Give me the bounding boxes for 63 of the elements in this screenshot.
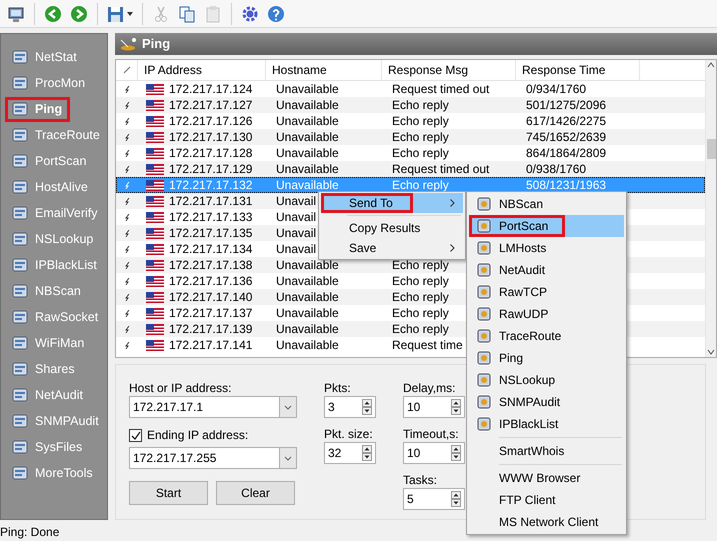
- table-cell-text: 172.217.17.140: [169, 289, 252, 306]
- table-cell-text: 172.217.17.134: [169, 241, 252, 258]
- table-cell-text: 172.217.17.138: [169, 257, 252, 274]
- table-cell-text: Unavailable: [276, 81, 339, 98]
- table-cell-text: Unavailable: [276, 273, 339, 290]
- table-cell-text: Unavail: [276, 241, 316, 258]
- table-cell-text: 172.217.17.135: [169, 225, 252, 242]
- table-cell-text: 172.217.17.132: [169, 177, 252, 194]
- table-cell-text: Echo reply: [392, 129, 449, 146]
- table-cell-text: Echo reply: [392, 177, 449, 194]
- table-cell-text: Unavailable: [276, 321, 339, 338]
- field-label: Pkts:: [324, 380, 352, 396]
- table-cell-text: 172.217.17.133: [169, 209, 252, 226]
- table-cell-text: Echo reply: [392, 305, 449, 322]
- table-cell-text: 508/1231/1963: [526, 177, 606, 194]
- table-cell-text: Echo reply: [392, 257, 449, 274]
- table-cell-text: 172.217.17.141: [169, 337, 252, 354]
- table-cell-text: Unavailable: [276, 97, 339, 114]
- table-cell-text: 0/934/1760: [526, 81, 586, 98]
- table-cell-text: Request timed out: [392, 161, 490, 178]
- table-cell-text: 172.217.17.127: [169, 97, 252, 114]
- table-cell-text: 172.217.17.129: [169, 161, 252, 178]
- field-label: Timeout,s:: [403, 426, 460, 442]
- table-cell-text: Unavailable: [276, 257, 339, 274]
- table-cell-text: Unavail: [276, 209, 316, 226]
- table-cell-text: 172.217.17.139: [169, 321, 252, 338]
- field-label: Host or IP address:: [129, 380, 232, 396]
- table-cell-text: Unavailable: [276, 305, 339, 322]
- table-cell-text: Unavail: [276, 193, 316, 210]
- table-cell-text: 172.217.17.130: [169, 129, 252, 146]
- field-label: Pkt. size:: [324, 426, 374, 442]
- table-cell-text: 0/938/1760: [526, 161, 586, 178]
- table-cell-text: 172.217.17.131: [169, 193, 252, 210]
- table-cell-text: 172.217.17.124: [169, 81, 252, 98]
- table-cell-text: Unavailable: [276, 161, 339, 178]
- panel-title: Ping: [142, 35, 170, 54]
- table-cell-text: 617/1426/2275: [526, 113, 606, 130]
- field-label: Delay,ms:: [403, 380, 456, 396]
- checkbox-label: Ending IP address:: [147, 427, 248, 444]
- table-cell-text: 172.217.17.126: [169, 113, 252, 130]
- table-cell-text: 501/1275/2096: [526, 97, 606, 114]
- table-cell-text: 172.217.17.137: [169, 305, 252, 322]
- status-text: Ping: Done: [0, 524, 60, 540]
- table-cell-text: Request timed out: [392, 81, 490, 98]
- table-cell-text: Unavailable: [276, 177, 339, 194]
- table-cell-text: Echo reply: [392, 145, 449, 162]
- table-cell-text: Unavailable: [276, 145, 339, 162]
- table-cell-text: 864/1864/2809: [526, 145, 606, 162]
- table-cell-text: Unavailable: [276, 337, 339, 354]
- table-cell-text: Echo reply: [392, 97, 449, 114]
- table-cell-text: Echo reply: [392, 273, 449, 290]
- table-cell-text: Echo reply: [392, 321, 449, 338]
- table-cell-text: Unavailable: [276, 113, 339, 130]
- table-cell-text: 172.217.17.136: [169, 273, 252, 290]
- table-cell-text: Request time: [392, 337, 463, 354]
- table-cell-text: 172.217.17.128: [169, 145, 252, 162]
- table-cell-text: Unavailable: [276, 129, 339, 146]
- table-cell-text: Unavail: [276, 225, 316, 242]
- field-label: Tasks:: [403, 472, 438, 488]
- table-cell-text: 745/1652/2639: [526, 129, 606, 146]
- table-cell-text: Unavailable: [276, 289, 339, 306]
- table-cell-text: Echo reply: [392, 289, 449, 306]
- table-cell-text: Echo reply: [392, 113, 449, 130]
